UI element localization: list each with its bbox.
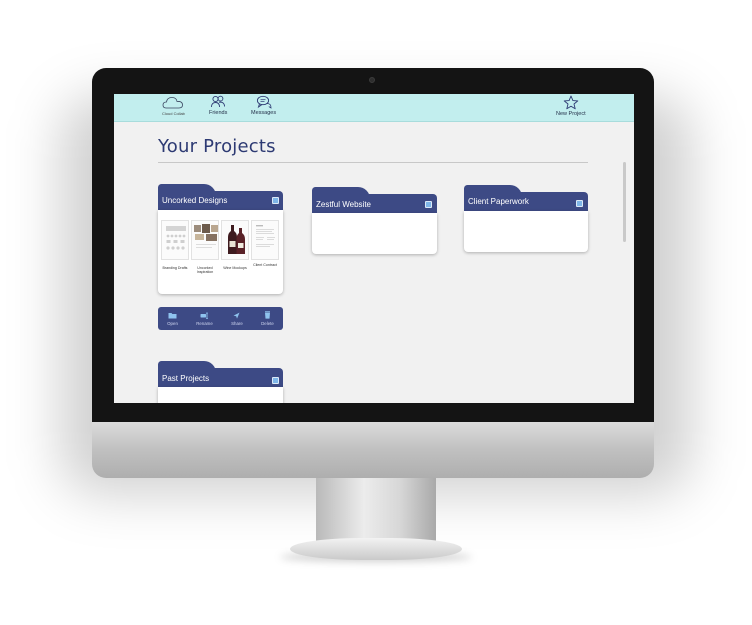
title-divider bbox=[158, 162, 588, 163]
folder-icon bbox=[168, 312, 177, 318]
monitor-stand-foot bbox=[290, 538, 462, 560]
folder-select-checkbox[interactable] bbox=[272, 377, 279, 384]
file-caption: Uncorked Inspiration bbox=[196, 266, 214, 275]
folder-select-checkbox[interactable] bbox=[425, 201, 432, 208]
nav-friends-label: Friends bbox=[209, 110, 228, 116]
folder-name: Uncorked Designs bbox=[162, 196, 228, 205]
file-thumbnail-uncorked-inspiration[interactable] bbox=[191, 220, 219, 260]
page-title: Your Projects bbox=[158, 136, 276, 157]
folder-contents bbox=[464, 211, 588, 252]
wine-bottle-icon bbox=[228, 225, 245, 254]
file-thumbnail-wine-mockups[interactable] bbox=[221, 220, 249, 260]
monitor-stand-neck bbox=[316, 478, 436, 542]
rename-button[interactable]: Rename bbox=[196, 312, 213, 326]
open-label: Open bbox=[167, 320, 178, 326]
new-project-button[interactable]: New Project bbox=[556, 95, 586, 117]
folder-header: Zestful Website bbox=[312, 194, 437, 213]
folder-header: Past Projects bbox=[158, 368, 283, 387]
nav-friends[interactable]: Friends bbox=[209, 95, 227, 116]
document-icon bbox=[256, 225, 275, 247]
folder-action-toolbar: Open Rename Share Delete bbox=[158, 307, 283, 330]
new-project-label: New Project bbox=[556, 111, 586, 117]
folder-header: Uncorked Designs bbox=[158, 191, 283, 210]
nav-messages[interactable]: Messages bbox=[251, 95, 276, 116]
folder-select-checkbox[interactable] bbox=[272, 197, 279, 204]
folder-name: Zestful Website bbox=[316, 200, 371, 209]
share-button[interactable]: Share bbox=[231, 312, 243, 326]
folder-contents bbox=[158, 387, 283, 403]
file-thumbnail-branding-drafts[interactable] bbox=[161, 220, 189, 260]
vertical-scrollbar[interactable] bbox=[623, 162, 626, 242]
camera-dot bbox=[369, 77, 375, 83]
rename-icon bbox=[200, 312, 208, 319]
open-button[interactable]: Open bbox=[167, 312, 178, 326]
file-caption: Client Contract bbox=[253, 263, 277, 267]
project-folder-client-paperwork[interactable]: Client Paperwork bbox=[464, 185, 588, 253]
folder-header: Client Paperwork bbox=[464, 192, 588, 211]
project-folder-zestful-website[interactable]: Zestful Website bbox=[312, 187, 437, 255]
file-thumbnail-client-contract[interactable] bbox=[251, 220, 279, 260]
delete-label: Delete bbox=[261, 321, 274, 326]
moodboard-photos-icon bbox=[194, 224, 218, 248]
brand-logo[interactable]: Cloud Collab bbox=[162, 95, 185, 116]
monitor-chin bbox=[92, 422, 654, 478]
folder-contents bbox=[312, 213, 437, 254]
folder-name: Client Paperwork bbox=[468, 197, 529, 206]
share-label: Share bbox=[231, 320, 243, 326]
friends-icon bbox=[211, 95, 226, 108]
trash-icon bbox=[264, 311, 270, 319]
chat-bubbles-icon bbox=[256, 95, 272, 109]
rename-label: Rename bbox=[196, 320, 213, 326]
wireframe-grid-icon bbox=[166, 226, 186, 250]
project-folder-uncorked-designs[interactable]: Uncorked Designs Branding Drafts Uncorke… bbox=[158, 184, 283, 296]
file-caption: Branding Drafts bbox=[162, 266, 188, 270]
project-folder-past-projects[interactable]: Past Projects bbox=[158, 361, 283, 403]
nav-messages-label: Messages bbox=[251, 110, 277, 116]
brand-label: Cloud Collab bbox=[162, 111, 185, 116]
top-navigation: Cloud Collab Friends Messages New Projec… bbox=[114, 94, 634, 122]
app-screen: Cloud Collab Friends Messages New Projec… bbox=[114, 94, 634, 403]
file-caption: Wine Mockups bbox=[223, 266, 247, 270]
file-thumbnails bbox=[161, 220, 279, 260]
delete-button[interactable]: Delete bbox=[261, 311, 274, 326]
folder-select-checkbox[interactable] bbox=[576, 200, 583, 207]
star-icon bbox=[563, 95, 579, 110]
cloud-icon bbox=[163, 97, 184, 109]
send-icon bbox=[233, 312, 240, 319]
folder-name: Past Projects bbox=[162, 374, 210, 383]
